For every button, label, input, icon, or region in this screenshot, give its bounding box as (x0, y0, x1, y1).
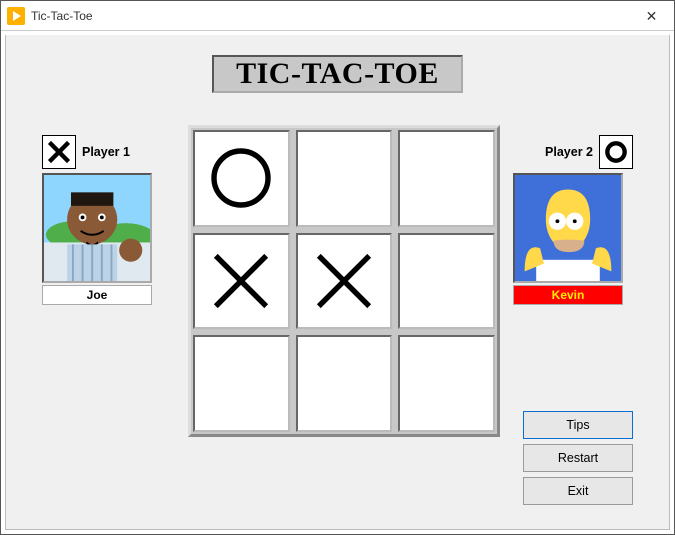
button-column: Tips Restart Exit (523, 411, 633, 505)
player1-label: Player 1 (82, 145, 130, 159)
cell-2-2[interactable] (398, 335, 495, 432)
player1-avatar (42, 173, 152, 283)
cell-0-1[interactable] (296, 130, 393, 227)
cell-2-1[interactable] (296, 335, 393, 432)
player2-symbol-icon (599, 135, 633, 169)
player1-symbol-icon (42, 135, 76, 169)
close-button[interactable]: ✕ (629, 1, 674, 31)
client-area: TIC-TAC-TOE Player 1 (5, 35, 670, 530)
window-title: Tic-Tac-Toe (31, 1, 629, 31)
cell-2-0[interactable] (193, 335, 290, 432)
player2-name: Kevin (513, 285, 623, 305)
cell-0-0[interactable] (193, 130, 290, 227)
player1-panel: Player 1 (42, 135, 162, 305)
app-icon (7, 7, 25, 25)
exit-button[interactable]: Exit (523, 477, 633, 505)
o-icon (205, 142, 277, 214)
window: Tic-Tac-Toe ✕ TIC-TAC-TOE Player 1 (0, 0, 675, 535)
tips-button[interactable]: Tips (523, 411, 633, 439)
player2-label: Player 2 (545, 145, 593, 159)
cell-1-0[interactable] (193, 233, 290, 330)
player1-name: Joe (42, 285, 152, 305)
game-board (188, 125, 500, 437)
cell-1-1[interactable] (296, 233, 393, 330)
cell-1-2[interactable] (398, 233, 495, 330)
player2-panel: Player 2 (513, 135, 633, 305)
player2-avatar (513, 173, 623, 283)
restart-button[interactable]: Restart (523, 444, 633, 472)
x-icon (205, 245, 277, 317)
cell-0-2[interactable] (398, 130, 495, 227)
titlebar: Tic-Tac-Toe ✕ (1, 1, 674, 31)
page-title: TIC-TAC-TOE (212, 55, 463, 93)
x-icon (308, 245, 380, 317)
